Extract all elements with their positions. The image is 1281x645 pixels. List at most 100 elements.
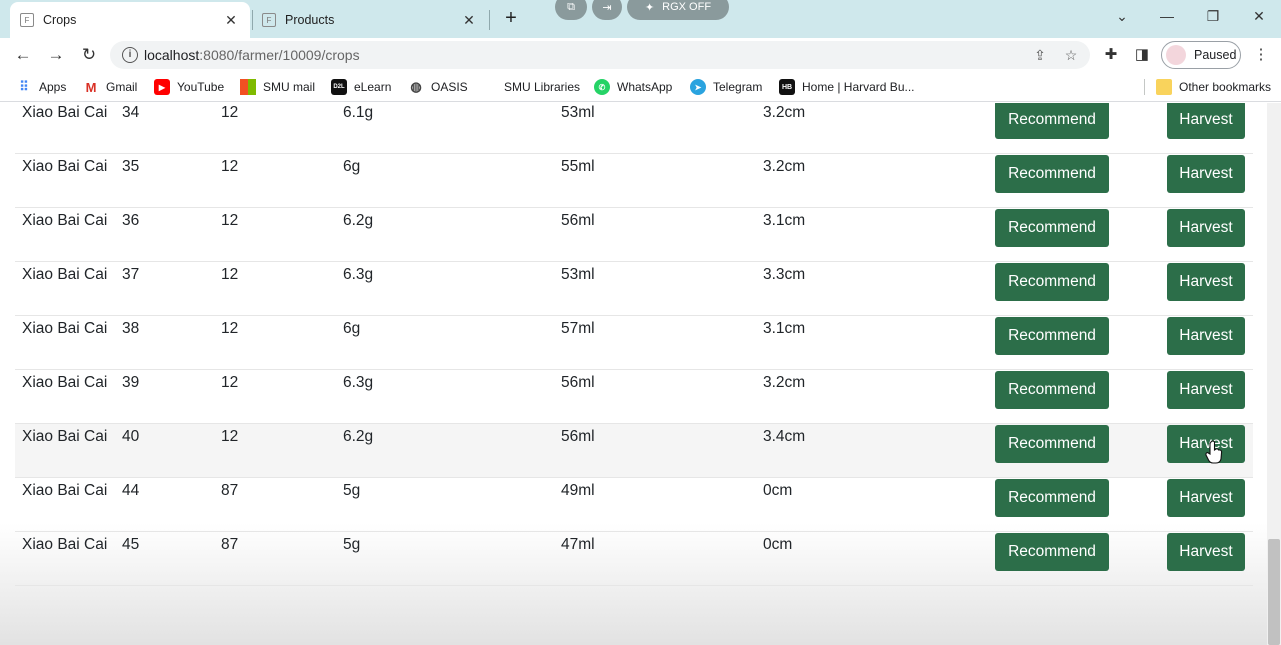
hbr-icon: HB [779, 79, 795, 95]
table-row: Xiao Bai Cai 34 12 6.1g 53ml 3.2cm Recommend Ha… [15, 103, 1253, 154]
crop-weight-cell: 6.3g [343, 266, 374, 283]
harvest-button[interactable]: Harvest [1167, 155, 1245, 193]
page-viewport: Xiao Bai Cai 34 12 6.1g 53ml 3.2cm Recommend Ha… [0, 103, 1281, 645]
bookmark-label: Apps [39, 80, 67, 94]
bookmark-apps[interactable]: ⠿ Apps [16, 79, 66, 95]
url-text[interactable]: localhost:8080/farmer/10009/crops [144, 47, 360, 63]
recommend-button[interactable]: Recommend [995, 371, 1109, 409]
crop-weight-cell: 6g [343, 320, 361, 337]
url-host: localhost [144, 47, 200, 63]
crop-name-cell: Xiao Bai Cai [22, 320, 108, 337]
address-bar[interactable]: i localhost:8080/farmer/10009/crops ⇪ ☆ [110, 41, 1090, 69]
bookmarks-bar: ⠿ Apps M Gmail ▶ YouTube SMU mail D2L eL… [0, 72, 1281, 102]
crop-name-cell: Xiao Bai Cai [22, 482, 108, 499]
recommend-button[interactable]: Recommend [995, 155, 1109, 193]
crop-water-cell: 47ml [561, 536, 595, 553]
harvest-button[interactable]: Harvest [1167, 479, 1245, 517]
microsoft-icon [240, 79, 256, 95]
table-row: Xiao Bai Cai 45 87 5g 47ml 0cm Recommend Harves… [15, 532, 1253, 586]
browser-tab-strip: F Crops ✕ F Products ✕ + ⧉ ⇥ ✦ RGX OFF ⌄… [0, 0, 1281, 38]
crop-height-cell: 0cm [763, 482, 793, 499]
crop-id-cell: 37 [122, 266, 140, 283]
bookmark-label: SMU mail [263, 80, 316, 94]
exit-icon[interactable]: ⇥ [592, 0, 622, 20]
harvest-button[interactable]: Harvest [1167, 263, 1245, 301]
rgx-extension-button[interactable]: ✦ RGX OFF [627, 0, 729, 20]
table-row: Xiao Bai Cai 38 12 6g 57ml 3.1cm Recommend Harv… [15, 316, 1253, 370]
recommend-button[interactable]: Recommend [995, 479, 1109, 517]
forward-arrow-icon[interactable]: → [45, 44, 67, 66]
folder-icon [1156, 79, 1172, 95]
bookmark-smu-libraries[interactable]: SMU Libraries [504, 79, 580, 95]
bookmark-oasis[interactable]: ◍ OASIS [408, 79, 467, 95]
recommend-button[interactable]: Recommend [995, 103, 1109, 139]
bookmark-label: Gmail [106, 80, 138, 94]
recommend-button[interactable]: Recommend [995, 425, 1109, 463]
crop-height-cell: 3.4cm [763, 428, 806, 445]
table-row: Xiao Bai Cai 44 87 5g 49ml 0cm Recommend Harves… [15, 478, 1253, 532]
tab-search-chevron-icon[interactable]: ⌄ [1110, 8, 1134, 28]
recommend-button[interactable]: Recommend [995, 209, 1109, 247]
new-tab-button[interactable]: + [500, 8, 522, 30]
reload-icon[interactable]: ↻ [78, 44, 100, 66]
profile-button[interactable]: Paused [1161, 41, 1241, 69]
restore-button[interactable]: ❐ [1201, 8, 1225, 28]
bookmark-gmail[interactable]: M Gmail [83, 79, 138, 95]
back-arrow-icon[interactable]: ← [12, 44, 34, 66]
bookmark-other-bookmarks[interactable]: Other bookmarks [1156, 79, 1271, 95]
crop-weight-cell: 6.2g [343, 212, 374, 229]
crop-height-cell: 0cm [763, 536, 793, 553]
scrollbar-thumb[interactable] [1268, 539, 1280, 645]
tab-title: Products [285, 13, 335, 27]
bookmark-star-icon[interactable]: ☆ [1061, 45, 1081, 65]
bookmark-youtube[interactable]: ▶ YouTube [154, 79, 224, 95]
minimize-button[interactable]: — [1155, 8, 1179, 28]
share-icon[interactable]: ⇪ [1030, 45, 1050, 65]
crop-height-cell: 3.3cm [763, 266, 806, 283]
crop-water-cell: 53ml [561, 266, 595, 283]
globe-icon: ◍ [410, 79, 422, 94]
crop-name-cell: Xiao Bai Cai [22, 158, 108, 175]
crop-name-cell: Xiao Bai Cai [22, 266, 108, 283]
tab-divider [489, 10, 490, 30]
hand-pointer-cursor-icon [1205, 440, 1223, 464]
harvest-button[interactable]: Harvest [1167, 371, 1245, 409]
crop-name-cell: Xiao Bai Cai [22, 536, 108, 553]
page-favicon-icon: F [262, 13, 276, 27]
bookmark-telegram[interactable]: ➤ Telegram [690, 79, 762, 95]
extensions-puzzle-icon[interactable]: ✚ [1100, 44, 1122, 66]
bookmark-smu-mail[interactable]: SMU mail [240, 79, 315, 95]
recommend-button[interactable]: Recommend [995, 533, 1109, 571]
side-panel-icon[interactable]: ◨ [1131, 44, 1153, 66]
crop-height-cell: 3.2cm [763, 374, 806, 391]
crop-height-cell: 3.1cm [763, 320, 806, 337]
crop-weight-cell: 6.2g [343, 428, 374, 445]
bookmark-harvard-business[interactable]: HB Home | Harvard Bu... [779, 79, 915, 95]
more-menu-icon[interactable]: ⋮ [1250, 44, 1272, 66]
harvest-button[interactable]: Harvest [1167, 317, 1245, 355]
bookmark-label: Other bookmarks [1179, 80, 1272, 94]
crop-weight-cell: 5g [343, 482, 361, 499]
crop-weight-cell: 6.3g [343, 374, 374, 391]
tab-crops[interactable]: F Crops ✕ [10, 2, 250, 38]
harvest-button[interactable]: Harvest [1167, 533, 1245, 571]
window-close-button[interactable]: ✕ [1247, 8, 1271, 28]
screen-share-icon[interactable]: ⧉ [555, 0, 587, 20]
bookmark-whatsapp[interactable]: ✆ WhatsApp [594, 79, 672, 95]
harvest-button[interactable]: Harvest [1167, 209, 1245, 247]
tab-products[interactable]: F Products ✕ [252, 2, 488, 38]
crop-quantity-cell: 12 [221, 374, 239, 391]
crop-water-cell: 49ml [561, 482, 595, 499]
bookmark-elearn[interactable]: D2L eLearn [331, 79, 391, 95]
site-info-icon[interactable]: i [122, 47, 138, 63]
recommend-button[interactable]: Recommend [995, 263, 1109, 301]
close-icon[interactable]: ✕ [460, 12, 478, 29]
crop-water-cell: 53ml [561, 104, 595, 121]
harvest-button[interactable]: Harvest [1167, 103, 1245, 139]
gmail-icon: M [85, 79, 97, 95]
recommend-button[interactable]: Recommend [995, 317, 1109, 355]
crop-water-cell: 57ml [561, 320, 595, 337]
close-icon[interactable]: ✕ [222, 12, 240, 29]
crop-weight-cell: 6.1g [343, 104, 374, 121]
page-favicon-icon: F [20, 13, 34, 27]
